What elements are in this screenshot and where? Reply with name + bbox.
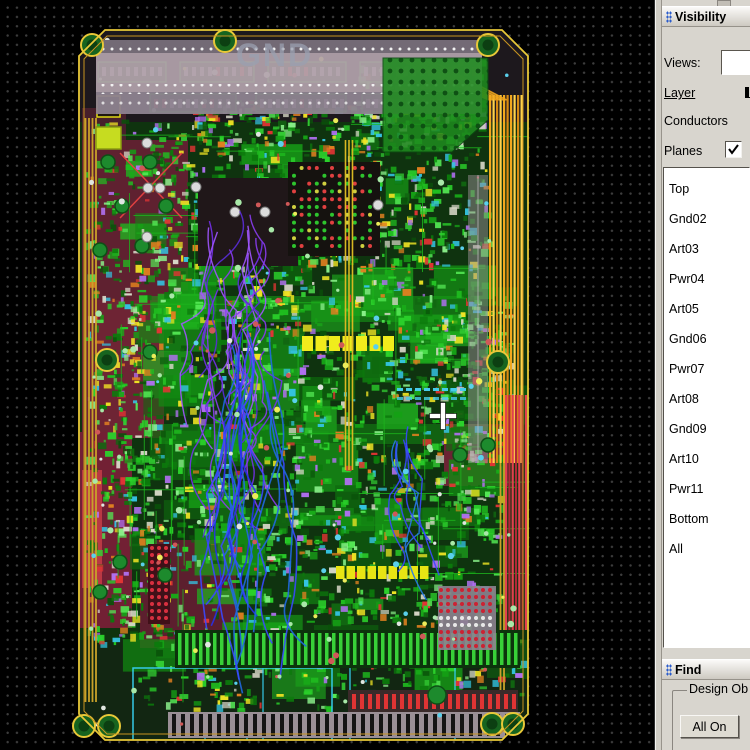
views-combobox[interactable] [721,50,750,75]
panel-splitter[interactable] [654,0,662,750]
all-on-button[interactable]: All On [680,715,739,738]
conductors-row-label[interactable]: Conductors [664,114,728,128]
visibility-panel-title: Visibility [675,10,726,24]
planes-row-label[interactable]: Planes [664,144,702,158]
layer-item-pwr11[interactable]: Pwr11 [664,474,749,504]
checkbox-check-icon [727,143,740,156]
pcb-editor-window: GND Visibility Vi [0,0,750,750]
layer-column-header[interactable]: Layer [664,86,695,100]
layer-list: Top Gnd02 Art03 Pwr04 Art05 Gnd06 Pwr07 … [663,167,750,648]
layer-item-art10[interactable]: Art10 [664,444,749,474]
layer-item-all[interactable]: All [664,534,749,564]
visibility-panel-header[interactable]: Visibility [662,6,750,27]
layer-item-gnd06[interactable]: Gnd06 [664,324,749,354]
layer-item-bottom[interactable]: Bottom [664,504,749,534]
find-panel-body: Design Ob All On [662,681,750,750]
layer-item-art08[interactable]: Art08 [664,384,749,414]
design-object-group-label: Design Ob [687,682,750,696]
layer-item-pwr07[interactable]: Pwr07 [664,354,749,384]
panel-grip-icon [666,664,672,676]
planes-checkbox[interactable] [725,141,742,158]
layer-item-art03[interactable]: Art03 [664,234,749,264]
layer-item-gnd09[interactable]: Gnd09 [664,414,749,444]
gnd-net-label: GND [236,37,313,73]
layer-item-gnd02[interactable]: Gnd02 [664,204,749,234]
clipped-column-header[interactable] [745,87,750,98]
find-panel-header[interactable]: Find [662,659,750,680]
visibility-panel: Visibility Views: Layer Conductors Plane… [662,0,750,750]
pcb-canvas[interactable]: GND [0,0,654,750]
panel-grip-icon [666,11,672,23]
find-panel-title: Find [675,663,701,677]
layer-item-top[interactable]: Top [664,174,749,204]
pcb-board-graphic: GND [0,0,654,750]
layer-item-art05[interactable]: Art05 [664,294,749,324]
layer-item-pwr04[interactable]: Pwr04 [664,264,749,294]
